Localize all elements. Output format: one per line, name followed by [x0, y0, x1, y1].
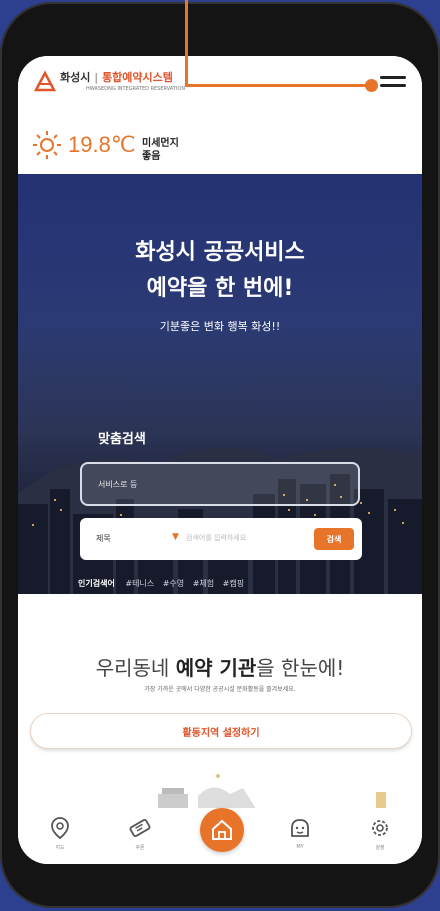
nav-item-coupon[interactable]: 쿠폰 [120, 816, 160, 851]
callout-dot [365, 79, 378, 92]
nav-label: 쿠폰 [135, 845, 145, 851]
section-title: 우리동네 예약 기관을 한눈에! [18, 652, 422, 681]
nav-home-button[interactable] [200, 808, 244, 852]
face-icon [291, 819, 309, 837]
nav-item-map[interactable]: 지도 [40, 816, 80, 851]
set-region-button[interactable]: 활동지역 설정하기 [30, 713, 412, 749]
callout-line [185, 0, 188, 87]
gear-icon [372, 820, 388, 836]
menu-icon[interactable] [380, 76, 406, 94]
logo-service: 통합예약시스템 [102, 71, 173, 84]
logo-city: 화성시 [60, 71, 91, 84]
nav-label: 설정 [375, 845, 385, 851]
bottom-navigation: 지도 쿠폰 MY 설정 [18, 808, 422, 864]
sun-icon [33, 131, 61, 159]
nav-label: 지도 [55, 845, 65, 851]
section-description: 가장 가까운 곳에서 다양한 공공시설 문화활동을 즐겨보세요. [144, 686, 296, 693]
service-search-input[interactable] [80, 462, 360, 506]
hero-subtitle: 기분좋은 변화 행복 화성!! [159, 320, 281, 333]
logo-icon [34, 70, 56, 92]
search-button[interactable]: 검색 [314, 528, 354, 550]
popular-tag[interactable]: #수영 [163, 579, 184, 588]
chevron-down-icon[interactable]: ▼ [172, 532, 179, 542]
hero-banner: 화성시 공공서비스 예약을 한 번에! 기분좋은 변화 행복 화성!! 맞춤검색… [18, 174, 422, 594]
filter-search-box: 제목 ▼ 검색어를 입력하세요 검색 [80, 518, 362, 560]
popular-tag[interactable]: #캠핑 [223, 579, 244, 588]
popular-tag[interactable]: #테니스 [125, 579, 154, 588]
temperature: 19.8℃ [68, 132, 136, 157]
custom-search-label: 맞춤검색 [98, 432, 146, 447]
callout-line [185, 84, 373, 87]
keyword-input[interactable]: 검색어를 입력하세요 [186, 533, 246, 543]
section-title-prefix: 우리동네 [95, 656, 176, 680]
section-title-suffix: 을 한눈에! [256, 656, 345, 680]
filter-label: 제목 [96, 534, 111, 543]
weather-bar: 19.8℃ 미세먼지 좋음 [18, 116, 422, 174]
popular-title: 인기검색어 [78, 579, 115, 588]
section-title-bold: 예약 기관 [175, 656, 257, 680]
dust-value: 좋음 [142, 151, 161, 162]
popular-tag[interactable]: #체험 [193, 579, 214, 588]
nav-label: MY [296, 844, 304, 850]
hero-title-line1: 화성시 공공서비스 [135, 240, 305, 265]
app-screen: 화성시 | 통합예약시스템 HWASEONG INTEGRATED RESERV… [18, 56, 422, 864]
map-pin-icon [51, 817, 69, 840]
nav-item-settings[interactable]: 설정 [360, 816, 400, 851]
nav-item-my[interactable]: MY [280, 816, 320, 850]
popular-keywords: 인기검색어 #테니스 #수영 #체험 #캠핑 [78, 578, 250, 589]
town-illustration [158, 774, 386, 812]
hero-title-line2: 예약을 한 번에! [146, 276, 294, 301]
home-icon [212, 819, 232, 840]
logo-subtitle: HWASEONG INTEGRATED RESERVATION [86, 86, 186, 92]
ticket-icon [129, 819, 151, 837]
logo-title[interactable]: 화성시 | 통합예약시스템 [60, 69, 173, 85]
